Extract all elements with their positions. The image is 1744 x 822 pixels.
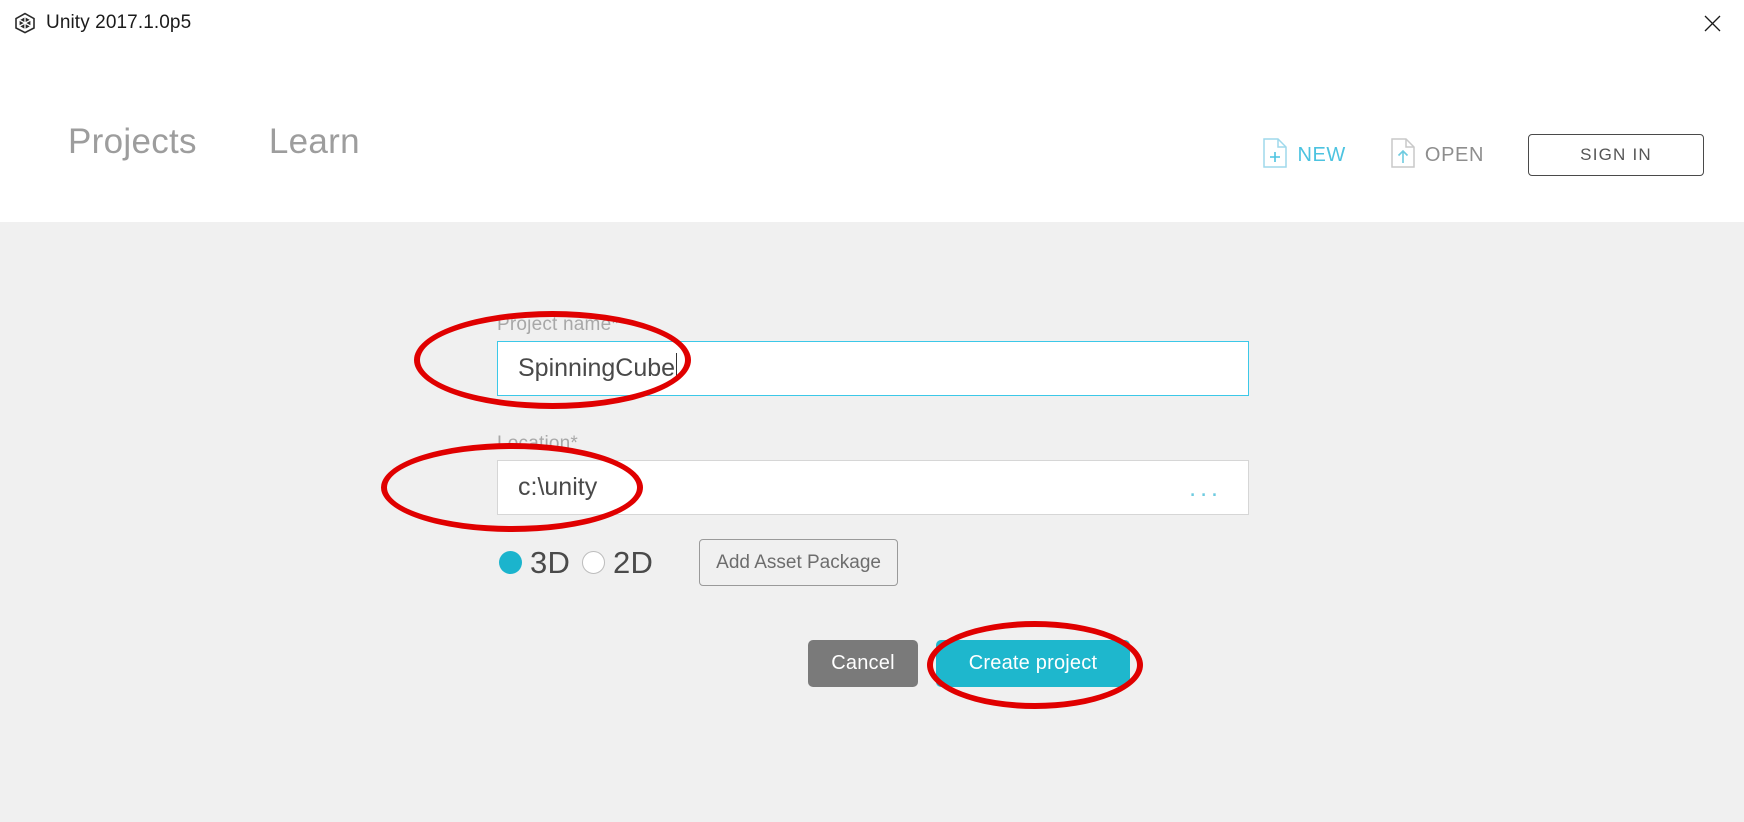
document-upload-icon xyxy=(1390,137,1416,173)
form-action-buttons: Cancel Create project xyxy=(808,640,1130,687)
new-project-panel: Project name* SpinningCube Location* c:\… xyxy=(0,222,1744,822)
new-project-label: NEW xyxy=(1297,143,1346,166)
sign-in-button[interactable]: SIGN IN xyxy=(1528,134,1704,176)
new-project-form: Project name* SpinningCube Location* c:\… xyxy=(497,314,1249,586)
location-input[interactable]: c:\unity ... xyxy=(497,460,1249,515)
document-plus-icon xyxy=(1262,137,1288,173)
open-project-button[interactable]: OPEN xyxy=(1390,137,1484,173)
project-name-label: Project name* xyxy=(497,314,619,335)
project-name-value: SpinningCube xyxy=(518,354,676,382)
open-project-label: OPEN xyxy=(1424,143,1484,166)
cancel-label: Cancel xyxy=(831,652,895,674)
new-project-button[interactable]: NEW xyxy=(1262,137,1346,173)
radio-3d-label: 3D xyxy=(530,544,571,580)
project-name-input[interactable]: SpinningCube xyxy=(497,341,1249,396)
text-cursor xyxy=(676,353,678,380)
header-actions: NEW OPEN SIGN IN xyxy=(1262,134,1704,176)
add-asset-package-button[interactable]: Add Asset Package xyxy=(699,539,899,586)
template-radio-group: 3D 2D xyxy=(499,545,653,581)
ellipsis-icon[interactable]: ... xyxy=(1189,475,1222,500)
add-asset-package-label: Add Asset Package xyxy=(716,551,881,573)
location-label: Location* xyxy=(497,433,579,454)
main-navigation: Projects Learn xyxy=(68,122,360,162)
radio-option-2d[interactable]: 2D xyxy=(582,545,653,581)
app-header: Projects Learn NEW OPEN SIGN IN xyxy=(0,46,1744,222)
radio-2d-label: 2D xyxy=(613,544,654,580)
template-options-row: 3D 2D Add Asset Package xyxy=(499,539,1249,586)
location-value: c:\unity xyxy=(518,473,598,501)
location-field-group: Location* c:\unity ... xyxy=(497,433,1249,515)
sign-in-label: SIGN IN xyxy=(1580,145,1652,164)
create-project-button[interactable]: Create project xyxy=(936,640,1130,687)
project-name-field-group: Project name* SpinningCube xyxy=(497,314,1249,396)
radio-option-3d[interactable]: 3D xyxy=(499,545,570,581)
radio-3d-indicator xyxy=(499,551,522,574)
unity-logo-icon xyxy=(12,10,38,36)
close-icon[interactable] xyxy=(1680,0,1744,46)
tab-learn[interactable]: Learn xyxy=(269,122,360,162)
window-title: Unity 2017.1.0p5 xyxy=(46,12,192,33)
tab-projects[interactable]: Projects xyxy=(68,122,197,162)
radio-2d-indicator xyxy=(582,551,606,574)
create-project-label: Create project xyxy=(968,652,1098,674)
window-titlebar: Unity 2017.1.0p5 xyxy=(0,0,1744,46)
cancel-button[interactable]: Cancel xyxy=(808,640,918,687)
